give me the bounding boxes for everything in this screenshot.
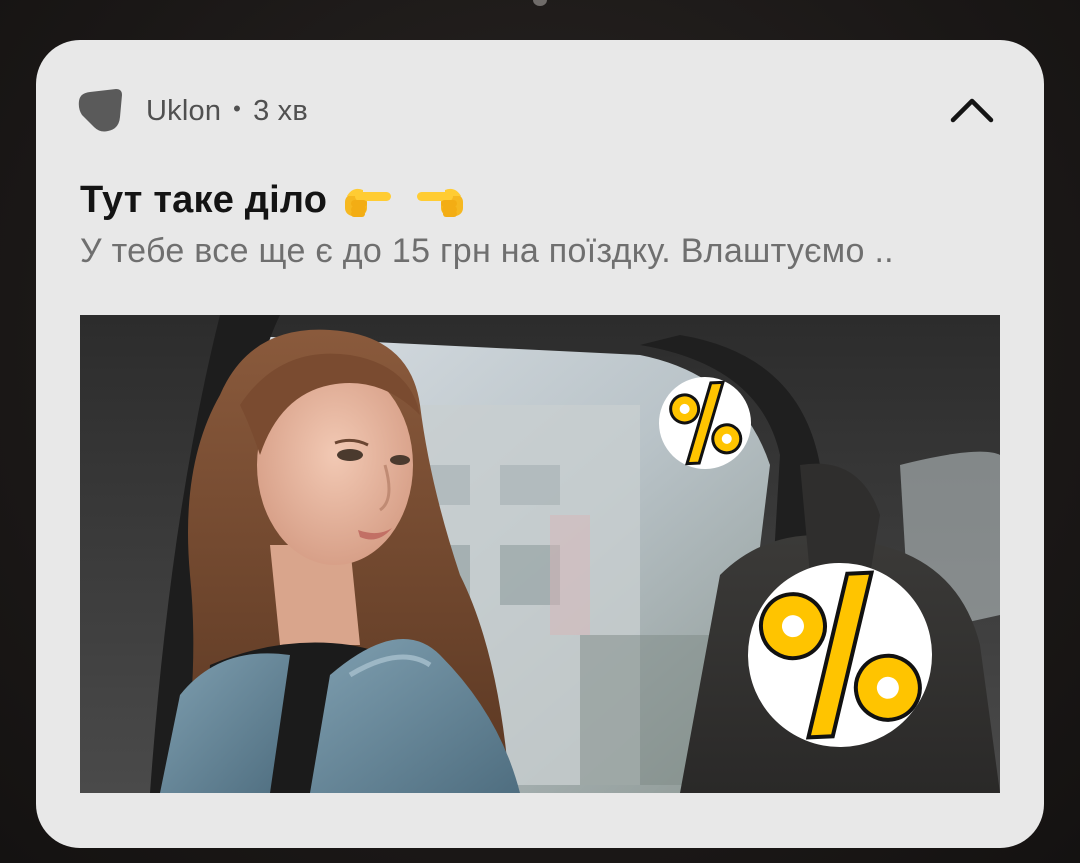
uklon-app-icon xyxy=(76,87,124,135)
notification-body: У тебе все ще є до 15 грн на поїздку. Вл… xyxy=(80,232,894,270)
notification-title: Тут таке діло xyxy=(80,178,328,221)
separator-dot: • xyxy=(233,96,242,121)
notification-image[interactable] xyxy=(80,315,1000,793)
backhand-index-pointing-left-icon xyxy=(415,180,467,220)
notification-card[interactable]: Uklon • 3 хв Тут таке діло У тебе все ще… xyxy=(36,40,1044,848)
notification-header: Uklon • 3 хв xyxy=(76,86,308,136)
timestamp: 3 хв xyxy=(253,94,308,127)
notification-title-row: Тут таке діло xyxy=(80,174,467,226)
app-name: Uklon xyxy=(146,94,222,127)
collapse-button[interactable] xyxy=(944,84,1000,136)
backhand-index-pointing-right-icon xyxy=(341,180,393,220)
chevron-up-icon xyxy=(950,98,994,123)
promo-photo xyxy=(80,315,1000,793)
drag-handle xyxy=(533,0,547,6)
